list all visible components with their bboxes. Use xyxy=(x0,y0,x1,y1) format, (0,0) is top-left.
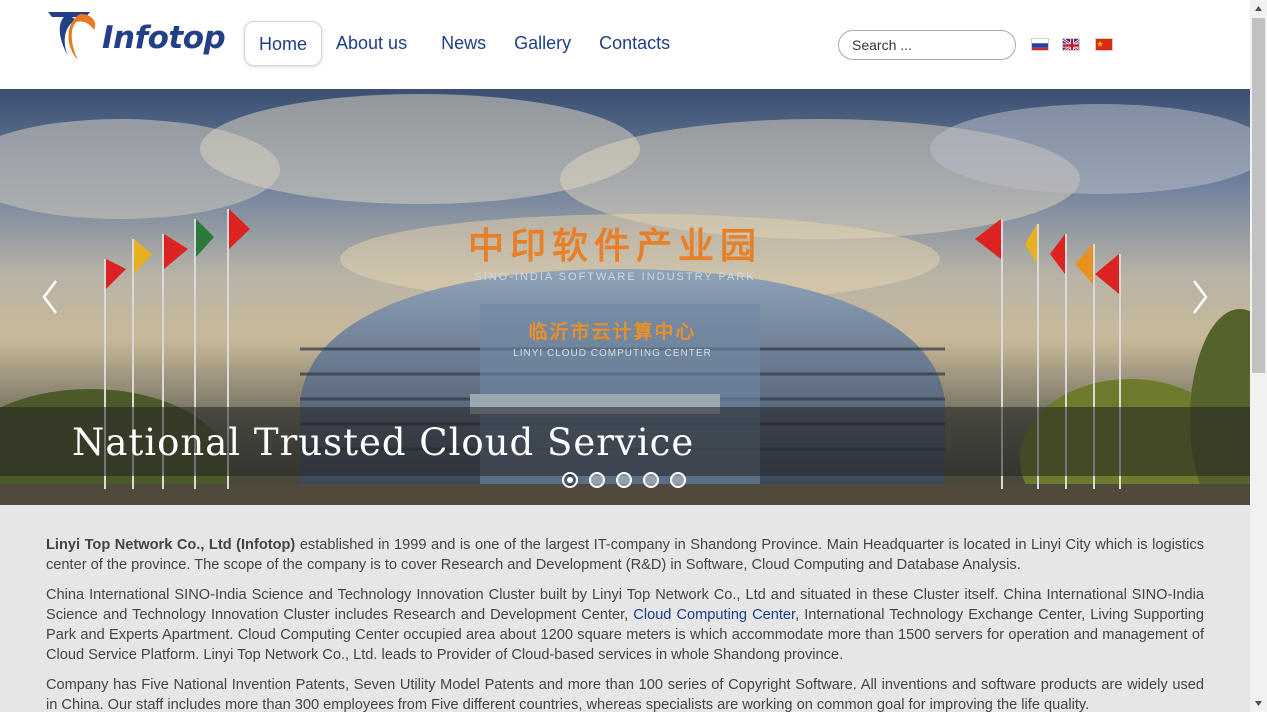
company-description: Linyi Top Network Co., Ltd (Infotop) est… xyxy=(46,535,1204,712)
nav-news[interactable]: News xyxy=(421,21,500,66)
infotop-logo[interactable]: Infotop xyxy=(46,8,226,66)
scroll-up-icon[interactable] xyxy=(1250,0,1267,17)
building-sign-chinese: 中印软件产业园 xyxy=(467,226,762,267)
paragraph-patents: Company has Five National Invention Pate… xyxy=(46,677,1204,712)
english-flag-icon[interactable] xyxy=(1062,38,1080,51)
center-sign-english: LINYI CLOUD COMPUTING CENTER xyxy=(513,348,712,359)
nav-contacts[interactable]: Contacts xyxy=(585,21,684,66)
building-sign-english: SINO-INDIA SOFTWARE INDUSTRY PARK xyxy=(474,271,756,283)
russian-flag-icon[interactable] xyxy=(1031,38,1049,51)
nav-gallery[interactable]: Gallery xyxy=(500,21,585,66)
logo-mark-icon xyxy=(48,12,96,60)
slider-dot[interactable] xyxy=(670,472,686,488)
slider-next-arrow-icon[interactable] xyxy=(1190,279,1210,315)
scroll-down-icon[interactable] xyxy=(1250,695,1267,712)
logo-text: Infotop xyxy=(102,20,226,56)
site-header: Infotop Home About us News Gallery Conta… xyxy=(0,0,1250,89)
slider-prev-arrow-icon[interactable] xyxy=(40,279,60,315)
nav-about-us[interactable]: About us xyxy=(322,21,421,66)
slider-dot[interactable] xyxy=(616,472,632,488)
cloud-computing-center-link[interactable]: Cloud Computing Center xyxy=(633,607,795,623)
company-name: Linyi Top Network Co., Ltd (Infotop) xyxy=(46,537,296,553)
paragraph-intro: Linyi Top Network Co., Ltd (Infotop) est… xyxy=(46,535,1204,575)
paragraph-cluster: China International SINO-India Science a… xyxy=(46,585,1204,665)
page-scrollbar[interactable] xyxy=(1250,0,1267,712)
scrollbar-thumb[interactable] xyxy=(1252,18,1265,373)
center-sign-chinese: 临沂市云计算中心 xyxy=(528,321,697,343)
slider-dot[interactable] xyxy=(643,472,659,488)
building-sign: 中印软件产业园 SINO-INDIA SOFTWARE INDUSTRY PAR… xyxy=(440,217,790,283)
search-input[interactable] xyxy=(838,30,1016,60)
center-sign: 临沂市云计算中心 LINYI CLOUD COMPUTING CENTER xyxy=(500,317,725,359)
slider-dots xyxy=(562,472,686,488)
nav-home[interactable]: Home xyxy=(244,21,323,66)
hero-slider: 中印软件产业园 SINO-INDIA SOFTWARE INDUSTRY PAR… xyxy=(0,89,1250,505)
chinese-flag-icon[interactable] xyxy=(1095,38,1113,51)
slide-caption: National Trusted Cloud Service xyxy=(72,421,695,464)
slider-dot[interactable] xyxy=(562,472,578,488)
slider-dot[interactable] xyxy=(589,472,605,488)
main-nav: Home About us News Gallery Contacts xyxy=(244,21,684,66)
